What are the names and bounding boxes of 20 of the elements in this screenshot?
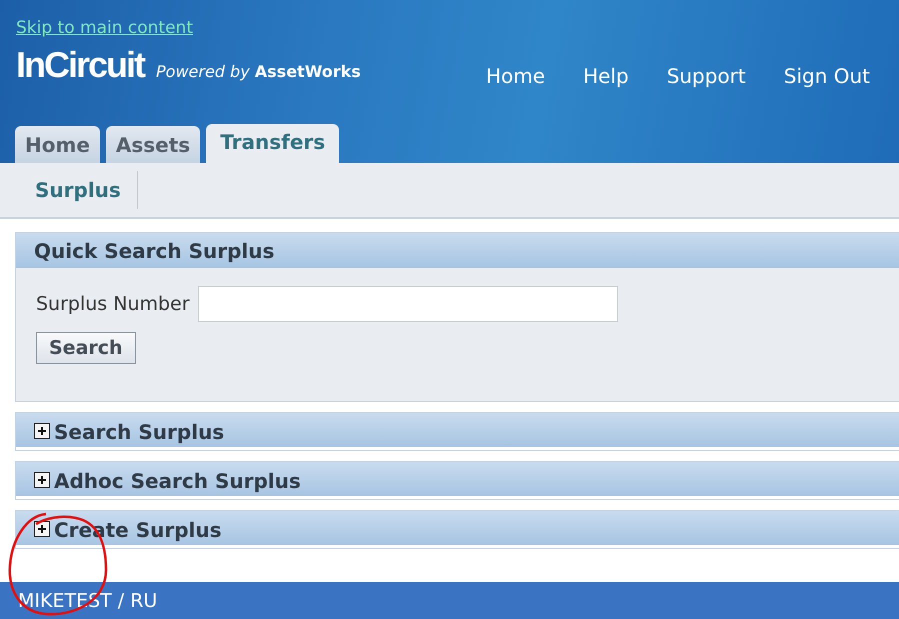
header-link[interactable]: Home bbox=[486, 64, 546, 88]
field-label: Surplus Number bbox=[36, 293, 190, 315]
section-title: Adhoc Search Surplus bbox=[54, 469, 301, 493]
skip-link[interactable]: Skip to main content bbox=[16, 18, 193, 38]
tab[interactable]: Assets bbox=[106, 126, 200, 163]
tagline: Powered by AssetWorks bbox=[156, 62, 361, 81]
header-link[interactable]: Help bbox=[583, 64, 629, 88]
panel-title: Quick Search Surplus bbox=[34, 238, 274, 262]
plus-box-icon[interactable] bbox=[34, 423, 50, 439]
plus-box-icon[interactable] bbox=[34, 521, 50, 537]
header-link[interactable]: Support bbox=[666, 64, 746, 88]
surplus-number-field[interactable] bbox=[198, 286, 618, 322]
subtab-link[interactable]: Surplus bbox=[20, 171, 138, 209]
header-link[interactable]: Sign Out bbox=[784, 64, 870, 88]
logo: InCircuit bbox=[16, 44, 144, 86]
search-button[interactable]: Search bbox=[36, 332, 136, 364]
tab[interactable]: Transfers bbox=[206, 124, 340, 163]
tab[interactable]: Home bbox=[15, 126, 100, 163]
plus-box-icon[interactable] bbox=[34, 472, 50, 488]
section-title: Search Surplus bbox=[54, 420, 224, 444]
